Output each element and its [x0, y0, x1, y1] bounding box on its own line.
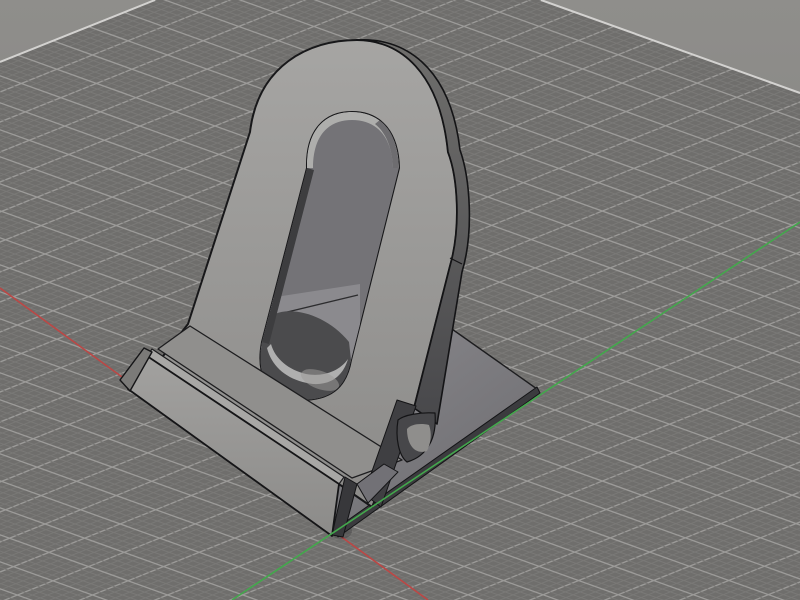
cad-viewport[interactable] — [0, 0, 800, 600]
scene-svg[interactable] — [0, 0, 800, 600]
